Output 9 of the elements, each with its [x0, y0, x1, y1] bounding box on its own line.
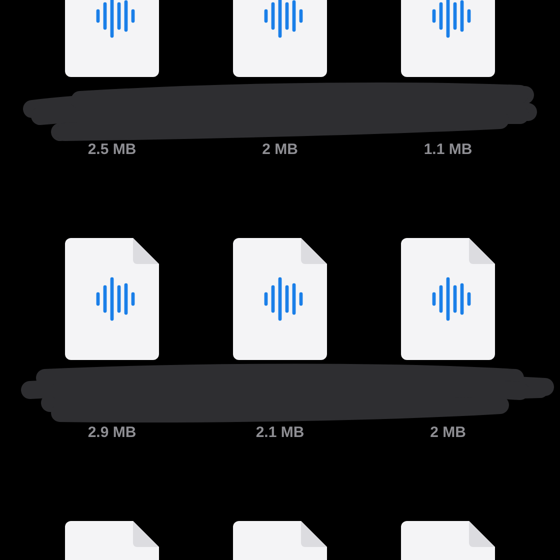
file-size: 2.9 MB	[88, 423, 136, 443]
audio-file-icon[interactable]	[401, 238, 495, 360]
file-size: 1.1 MB	[424, 140, 472, 160]
file-size: 2 MB	[430, 423, 466, 443]
audio-file-icon[interactable]	[65, 238, 159, 360]
file-size: 2 MB	[262, 140, 298, 160]
file-size: 2.1 MB	[256, 423, 304, 443]
audio-file-icon[interactable]	[233, 238, 327, 360]
file-size: 2.5 MB	[88, 140, 136, 160]
